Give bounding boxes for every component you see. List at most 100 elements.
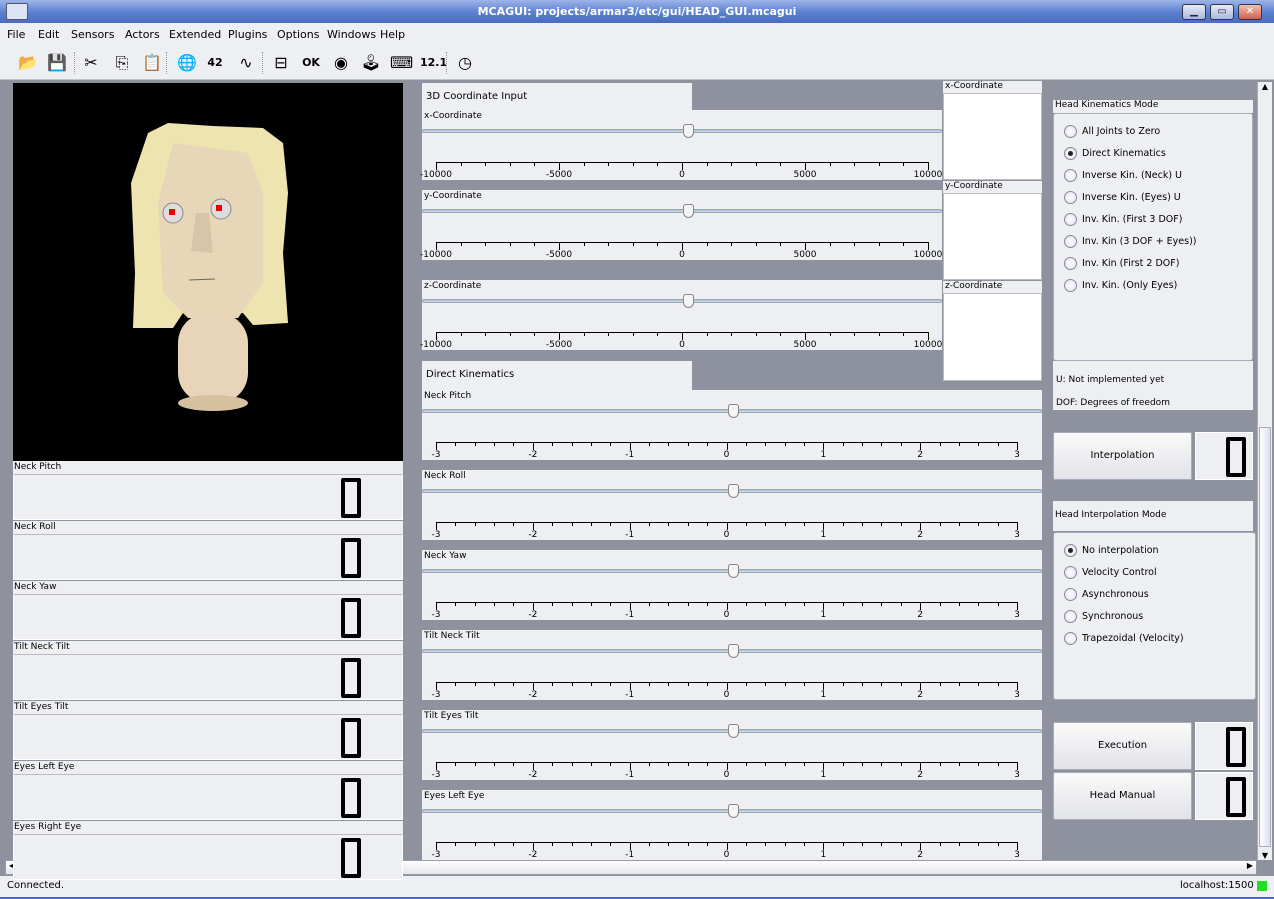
slider-tick <box>610 602 612 606</box>
radio-button-icon[interactable] <box>1064 257 1077 270</box>
oscilloscope-icon[interactable]: ∿ <box>235 52 257 74</box>
coordinate-value-box[interactable] <box>943 293 1042 381</box>
radio-trapezoidal-velocity-[interactable]: Trapezoidal (Velocity) <box>1064 632 1184 648</box>
globe-icon[interactable]: 🌐 <box>176 52 198 74</box>
lcd-digit-0 <box>341 658 361 698</box>
tick-label: 1 <box>820 610 827 620</box>
radio-asynchronous[interactable]: Asynchronous <box>1064 588 1149 604</box>
tick-label: -10000 <box>420 340 452 350</box>
slider-track[interactable] <box>422 209 942 213</box>
slider-tick <box>803 522 805 526</box>
keyboard-icon[interactable]: ⌨ <box>390 52 413 74</box>
slider-thumb[interactable] <box>727 644 739 658</box>
radio-button-icon[interactable] <box>1064 566 1077 579</box>
radio-button-icon[interactable] <box>1064 125 1077 138</box>
app-icon[interactable] <box>6 3 28 20</box>
slider-tick <box>629 442 631 450</box>
save-icon[interactable]: 💾 <box>46 52 68 74</box>
radio-button-icon[interactable] <box>1064 235 1077 248</box>
scroll-right-arrow-icon[interactable]: ▶ <box>1247 861 1253 870</box>
menu-sensors[interactable]: Sensors <box>71 28 114 41</box>
radio-button-icon[interactable] <box>1064 213 1077 226</box>
slider-tick <box>881 682 883 686</box>
joystick-icon[interactable]: 🕹 <box>360 52 382 74</box>
slider-icon[interactable]: ⊟ <box>270 52 292 74</box>
paste-icon[interactable]: 📋 <box>141 52 163 74</box>
menu-options[interactable]: Options <box>277 28 319 41</box>
radio-button-icon[interactable] <box>1064 632 1077 645</box>
coordinate-value-box[interactable] <box>943 193 1042 280</box>
slider-tick <box>881 442 883 446</box>
slider-thumb[interactable] <box>683 294 694 308</box>
maximize-button[interactable]: ▭ <box>1210 4 1234 20</box>
slider-thumb[interactable] <box>727 564 739 578</box>
slider-thumb[interactable] <box>683 204 694 218</box>
slider-thumb[interactable] <box>727 404 739 418</box>
minimize-button[interactable]: ▁ <box>1182 4 1206 20</box>
slider-tilt-eyes-tilt: Tilt Eyes Tilt -3 -2 -1 0 1 2 3 <box>422 710 1042 780</box>
slider-neck-pitch: Neck Pitch -3 -2 -1 0 1 2 3 <box>422 390 1042 460</box>
slider-thumb[interactable] <box>727 724 739 738</box>
menu-help[interactable]: Help <box>380 28 405 41</box>
radio-inverse-kin-neck-u[interactable]: Inverse Kin. (Neck) U <box>1064 169 1182 185</box>
tick-label: 2 <box>917 450 924 460</box>
radio-inverse-kin-eyes-u[interactable]: Inverse Kin. (Eyes) U <box>1064 191 1181 207</box>
value-display-icon[interactable]: 12.1 <box>420 52 447 74</box>
menu-plugins[interactable]: Plugins <box>228 28 267 41</box>
open-folder-icon[interactable]: 📂 <box>17 52 39 74</box>
host-label: localhost:1500 <box>1180 880 1254 891</box>
slider-tick <box>668 602 670 606</box>
radio-button-icon[interactable] <box>1064 610 1077 623</box>
vertical-scrollbar[interactable]: ▲ ▼ <box>1257 82 1272 860</box>
radio-synchronous[interactable]: Synchronous <box>1064 610 1143 626</box>
menu-actors[interactable]: Actors <box>125 28 160 41</box>
radio-inv-kin-3-dof-eyes-[interactable]: Inv. Kin (3 DOF + Eyes)) <box>1064 235 1197 251</box>
execution-button[interactable]: Execution <box>1053 722 1192 770</box>
ok-button-icon[interactable]: OK <box>300 52 322 74</box>
radio-inv-kin-first-2-dof-[interactable]: Inv. Kin (First 2 DOF) <box>1064 257 1179 273</box>
3d-head-view[interactable] <box>13 83 403 461</box>
scroll-down-arrow-icon[interactable]: ▼ <box>1258 851 1272 860</box>
radio-button-icon[interactable] <box>1064 588 1077 601</box>
interpolation-button[interactable]: Interpolation <box>1053 432 1192 480</box>
radio-no-interpolation[interactable]: No interpolation <box>1064 544 1159 560</box>
slider-tick <box>649 522 651 526</box>
slider-thumb[interactable] <box>727 484 739 498</box>
radio-inv-kin-first-3-dof-[interactable]: Inv. Kin. (First 3 DOF) <box>1064 213 1182 229</box>
radio-button-icon[interactable] <box>1064 169 1077 182</box>
number-display-icon[interactable]: 42 <box>204 52 226 74</box>
scroll-up-arrow-icon[interactable]: ▲ <box>1258 82 1272 91</box>
radio-all-joints-to-zero[interactable]: All Joints to Zero <box>1064 125 1160 141</box>
tick-label: 0 <box>723 450 730 460</box>
slider-thumb[interactable] <box>727 804 739 818</box>
radio-inv-kin-only-eyes-[interactable]: Inv. Kin. (Only Eyes) <box>1064 279 1177 295</box>
radio-button-icon[interactable] <box>1064 147 1077 160</box>
radio-button-icon[interactable] <box>1064 544 1077 557</box>
slider-label: x-Coordinate <box>424 111 482 121</box>
coordinate-value-box[interactable] <box>943 93 1042 180</box>
slider-thumb[interactable] <box>683 124 694 138</box>
radio-button-icon[interactable] <box>1064 279 1077 292</box>
copy-icon[interactable]: ⎘ <box>111 52 133 74</box>
radio-velocity-control[interactable]: Velocity Control <box>1064 566 1157 582</box>
menu-file[interactable]: File <box>7 28 25 41</box>
joint-value-display <box>13 834 403 880</box>
radio-direct-kinematics[interactable]: Direct Kinematics <box>1064 147 1166 163</box>
head-manual-button[interactable]: Head Manual <box>1053 772 1192 820</box>
menu-windows[interactable]: Windows <box>327 28 376 41</box>
menu-edit[interactable]: Edit <box>38 28 59 41</box>
slider-track[interactable] <box>422 129 942 133</box>
radio-options-icon[interactable]: ◉ <box>330 52 352 74</box>
slider-tick <box>784 522 786 526</box>
cut-icon[interactable]: ✂ <box>80 52 102 74</box>
slider-label: y-Coordinate <box>424 191 482 201</box>
slider-tick <box>745 442 747 446</box>
radio-button-icon[interactable] <box>1064 191 1077 204</box>
slider-track[interactable] <box>422 299 942 303</box>
slider-tick <box>823 442 825 450</box>
close-button[interactable]: ✕ <box>1238 4 1262 20</box>
slider-tick <box>881 522 883 526</box>
clock-icon[interactable]: ◷ <box>454 52 476 74</box>
menu-extended[interactable]: Extended <box>169 28 221 41</box>
vertical-scroll-thumb[interactable] <box>1259 427 1271 847</box>
